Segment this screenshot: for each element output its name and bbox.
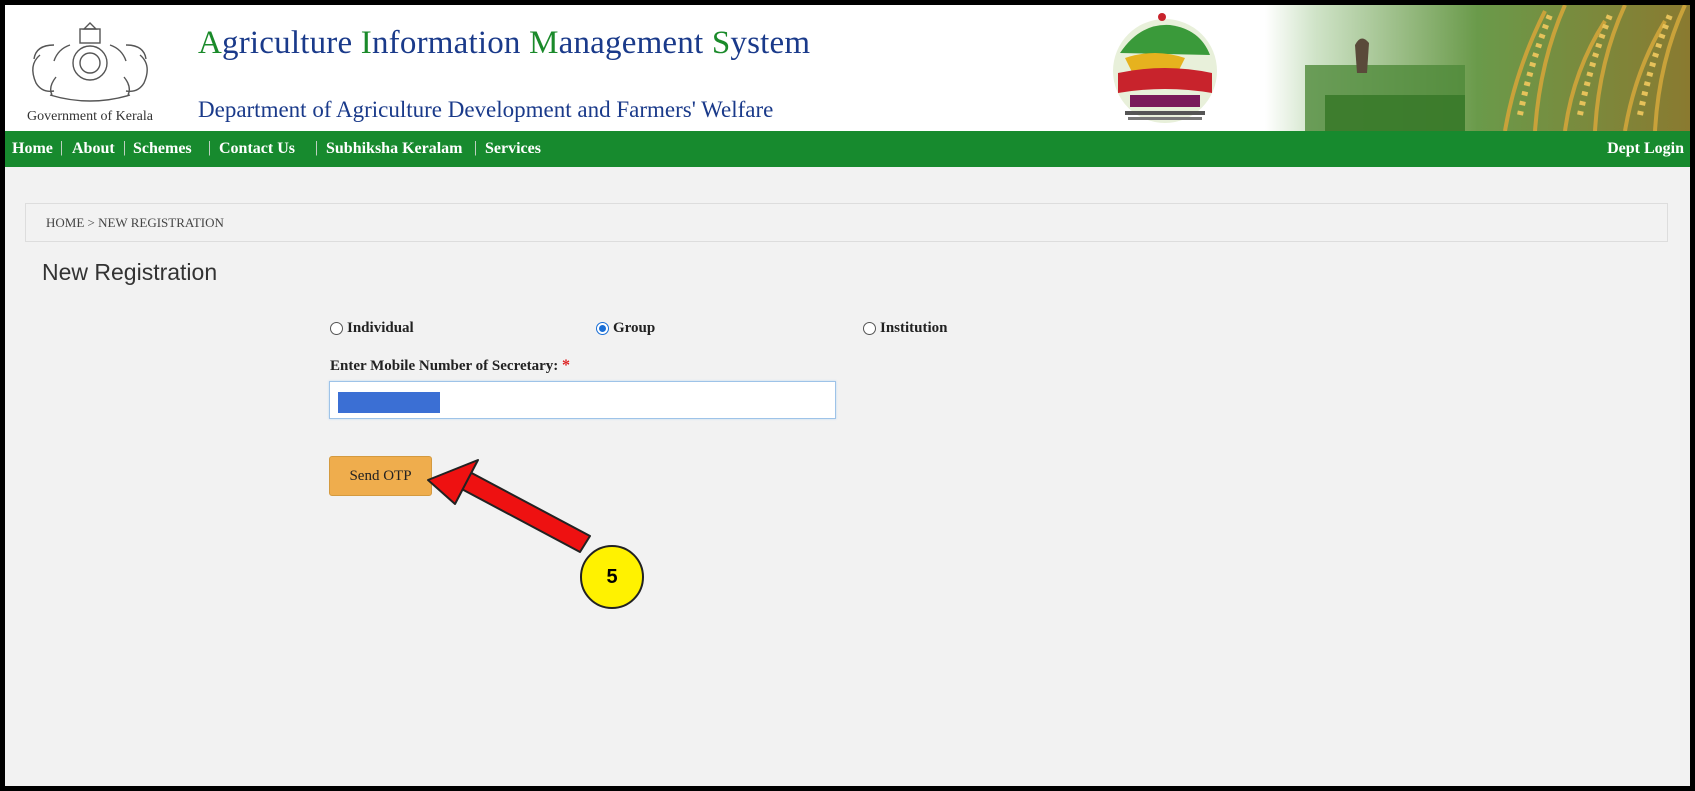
paddy-field-banner-icon xyxy=(1265,5,1690,131)
title-word-fragment: griculture xyxy=(222,25,361,61)
title-word-fragment: anagement xyxy=(558,25,712,61)
page-title: New Registration xyxy=(42,259,218,285)
title-initial-letter: S xyxy=(711,25,731,61)
radio-circle[interactable] xyxy=(330,322,343,335)
main-content: HOME > NEW REGISTRATION New Registration… xyxy=(5,167,1690,786)
title-word-fragment: nformation xyxy=(371,25,530,61)
radio-circle[interactable] xyxy=(863,322,876,335)
site-header: Government of Kerala Agriculture Informa… xyxy=(5,5,1690,131)
radio-institution[interactable]: Institution xyxy=(863,320,948,337)
browser-page: Government of Kerala Agriculture Informa… xyxy=(5,5,1690,786)
title-word-fragment: ystem xyxy=(730,25,811,61)
send-otp-button[interactable]: Send OTP xyxy=(329,456,432,496)
kerala-emblem-icon xyxy=(32,22,148,102)
radio-group[interactable]: Group xyxy=(596,320,655,337)
site-subtitle: Department of Agriculture Development an… xyxy=(198,97,774,122)
nav-contact-us[interactable]: Contact Us xyxy=(219,140,295,158)
radio-label: Institution xyxy=(880,320,948,336)
radio-individual[interactable]: Individual xyxy=(330,320,414,337)
subhiksha-keralam-logo-icon xyxy=(1113,13,1217,123)
breadcrumb: HOME > NEW REGISTRATION xyxy=(25,203,1668,242)
nav-separator: | xyxy=(123,139,127,156)
nav-schemes[interactable]: Schemes xyxy=(133,140,192,158)
nav-services[interactable]: Services xyxy=(485,140,541,158)
radio-circle-selected[interactable] xyxy=(596,322,609,335)
annotation-overlay xyxy=(427,459,591,553)
nav-separator: | xyxy=(315,139,319,156)
nav-subhiksha-keralam[interactable]: Subhiksha Keralam xyxy=(326,140,462,158)
radio-label: Individual xyxy=(347,320,414,336)
nav-separator: | xyxy=(60,139,64,156)
step-number-badge: 5 xyxy=(580,545,644,609)
required-marker: * xyxy=(562,357,571,374)
nav-separator: | xyxy=(474,139,478,156)
nav-separator: | xyxy=(208,139,212,156)
top-nav-bar: Home | About | Schemes | Contact Us | Su… xyxy=(5,131,1690,167)
emblem-caption: Government of Kerala xyxy=(27,109,153,124)
title-initial-letter: I xyxy=(360,25,372,61)
site-title: Agriculture Information Management Syste… xyxy=(198,25,810,62)
radio-label: Group xyxy=(613,320,656,336)
breadcrumb-text[interactable]: HOME > NEW REGISTRATION xyxy=(46,215,224,231)
nav-home[interactable]: Home xyxy=(12,140,53,158)
redacted-mobile-value xyxy=(338,392,440,413)
dept-login-link[interactable]: Dept Login xyxy=(1607,140,1684,158)
title-initial-letter: M xyxy=(529,25,559,61)
mobile-number-label: Enter Mobile Number of Secretary: * xyxy=(330,357,570,375)
title-initial-letter: A xyxy=(198,25,223,61)
mobile-number-input[interactable] xyxy=(329,381,836,419)
red-arrow-icon xyxy=(427,459,591,553)
nav-about[interactable]: About xyxy=(72,140,115,158)
mobile-number-label-text: Enter Mobile Number of Secretary: xyxy=(330,358,559,374)
